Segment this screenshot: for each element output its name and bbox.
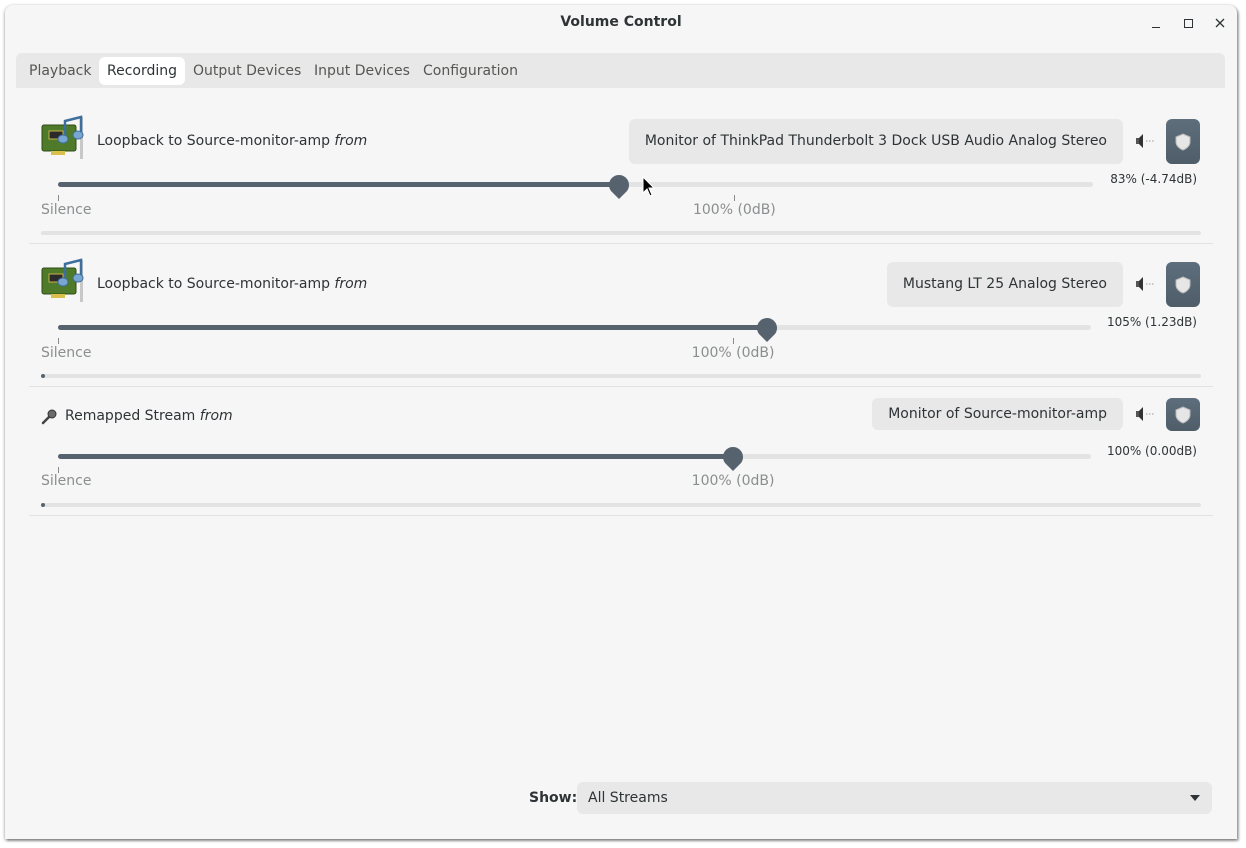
tab-input-devices[interactable]: Input Devices bbox=[306, 57, 418, 85]
silence-label: Silence bbox=[41, 202, 92, 218]
tab-bar: Playback Recording Output Devices Input … bbox=[16, 53, 1225, 88]
norm-label: 100% (0dB) bbox=[692, 202, 776, 218]
shield-lock-icon bbox=[1175, 132, 1191, 151]
speaker-mute-toggle-icon[interactable] bbox=[1135, 133, 1159, 149]
silence-label: Silence bbox=[41, 473, 92, 489]
row-divider bbox=[29, 515, 1213, 516]
volume-control-window: Volume Control Playback Recording Output… bbox=[5, 5, 1237, 839]
stream-row: Loopback to Source-monitor-amp from Must… bbox=[29, 252, 1213, 387]
from-label: from bbox=[334, 133, 368, 149]
slider-handle[interactable] bbox=[756, 317, 778, 343]
row-divider bbox=[29, 386, 1213, 387]
from-label: from bbox=[334, 276, 368, 292]
stream-row: Remapped Stream from Monitor of Source-m… bbox=[29, 395, 1213, 516]
tab-playback[interactable]: Playback bbox=[21, 57, 99, 85]
slider-handle[interactable] bbox=[608, 174, 630, 200]
shield-lock-icon bbox=[1175, 275, 1191, 294]
lock-channels-toggle[interactable] bbox=[1166, 398, 1200, 431]
volume-slider[interactable] bbox=[58, 318, 1091, 342]
lock-channels-toggle[interactable] bbox=[1166, 119, 1200, 164]
slider-fill bbox=[58, 325, 767, 330]
lock-channels-toggle[interactable] bbox=[1166, 262, 1200, 307]
norm-label: 100% (0dB) bbox=[691, 473, 775, 489]
sound-card-music-icon bbox=[41, 115, 84, 159]
show-filter-value: All Streams bbox=[588, 790, 668, 806]
peak-level bbox=[41, 503, 45, 507]
peak-meter bbox=[41, 503, 1201, 507]
stream-title: Loopback to Source-monitor-amp bbox=[97, 133, 330, 149]
peak-meter bbox=[41, 374, 1201, 378]
peak-meter bbox=[41, 231, 1201, 235]
speaker-mute-toggle-icon[interactable] bbox=[1135, 276, 1159, 292]
volume-slider[interactable] bbox=[58, 175, 1093, 199]
dropdown-arrow-icon bbox=[1190, 795, 1200, 801]
mouse-cursor-icon bbox=[642, 176, 656, 197]
slider-fill bbox=[58, 182, 620, 187]
volume-readout: 83% (-4.74dB) bbox=[1110, 172, 1197, 186]
stream-title: Loopback to Source-monitor-amp bbox=[97, 276, 330, 292]
stream-name: Remapped Stream from bbox=[65, 408, 233, 424]
silence-tick bbox=[58, 338, 59, 344]
stream-title: Remapped Stream bbox=[65, 408, 196, 424]
close-icon bbox=[1215, 18, 1225, 28]
volume-readout: 100% (0.00dB) bbox=[1106, 444, 1197, 458]
device-selector-button[interactable]: Mustang LT 25 Analog Stereo bbox=[886, 262, 1123, 307]
row-divider bbox=[29, 243, 1213, 244]
minimize-icon bbox=[1152, 26, 1160, 28]
device-selector-button[interactable]: Monitor of Source-monitor-amp bbox=[872, 398, 1123, 430]
device-selector-button[interactable]: Monitor of ThinkPad Thunderbolt 3 Dock U… bbox=[628, 119, 1123, 164]
sound-card-music-icon bbox=[41, 258, 84, 302]
tab-configuration[interactable]: Configuration bbox=[415, 57, 526, 85]
microphone-icon bbox=[41, 409, 57, 425]
speaker-mute-toggle-icon[interactable] bbox=[1135, 406, 1159, 422]
silence-tick bbox=[58, 195, 59, 201]
minimize-button[interactable] bbox=[1147, 14, 1165, 32]
slider-fill bbox=[58, 454, 734, 459]
stream-row: Loopback to Source-monitor-amp from Moni… bbox=[29, 109, 1213, 244]
titlebar[interactable]: Volume Control bbox=[5, 5, 1237, 41]
slider-handle[interactable] bbox=[722, 446, 744, 472]
volume-readout: 105% (1.23dB) bbox=[1106, 315, 1197, 329]
peak-level bbox=[41, 374, 45, 378]
tab-recording[interactable]: Recording bbox=[99, 57, 186, 85]
maximize-icon bbox=[1183, 18, 1193, 28]
shield-lock-icon bbox=[1175, 405, 1191, 424]
window-title: Volume Control bbox=[560, 14, 682, 30]
from-label: from bbox=[199, 408, 233, 424]
norm-label: 100% (0dB) bbox=[691, 345, 775, 361]
stream-name: Loopback to Source-monitor-amp from bbox=[97, 133, 367, 149]
show-label: Show: bbox=[529, 790, 578, 806]
maximize-button[interactable] bbox=[1179, 14, 1197, 32]
show-filter-dropdown[interactable]: All Streams bbox=[577, 782, 1212, 814]
norm-tick bbox=[734, 195, 736, 201]
volume-slider[interactable] bbox=[58, 447, 1091, 471]
tab-output-devices[interactable]: Output Devices bbox=[185, 57, 309, 85]
stream-name: Loopback to Source-monitor-amp from bbox=[97, 276, 367, 292]
norm-tick bbox=[733, 338, 735, 344]
close-button[interactable] bbox=[1211, 14, 1229, 32]
silence-label: Silence bbox=[41, 345, 92, 361]
